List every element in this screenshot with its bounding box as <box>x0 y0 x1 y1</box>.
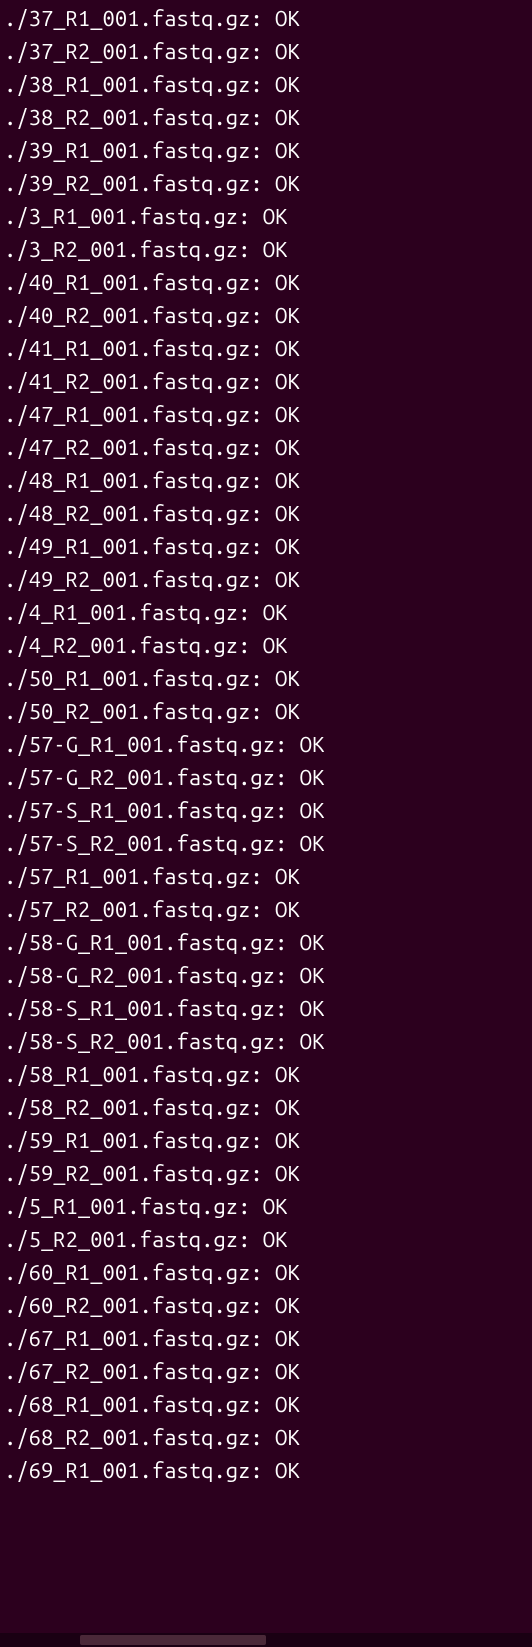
output-line: ./57-G_R1_001.fastq.gz: OK <box>4 728 528 761</box>
scrollbar-thumb[interactable] <box>80 1635 266 1645</box>
output-line: ./47_R2_001.fastq.gz: OK <box>4 431 528 464</box>
output-line: ./39_R2_001.fastq.gz: OK <box>4 167 528 200</box>
output-line: ./4_R1_001.fastq.gz: OK <box>4 596 528 629</box>
output-line: ./40_R2_001.fastq.gz: OK <box>4 299 528 332</box>
output-line: ./48_R1_001.fastq.gz: OK <box>4 464 528 497</box>
output-line: ./67_R2_001.fastq.gz: OK <box>4 1355 528 1388</box>
output-line: ./58-S_R2_001.fastq.gz: OK <box>4 1025 528 1058</box>
output-line: ./60_R2_001.fastq.gz: OK <box>4 1289 528 1322</box>
output-line: ./41_R2_001.fastq.gz: OK <box>4 365 528 398</box>
output-line: ./60_R1_001.fastq.gz: OK <box>4 1256 528 1289</box>
output-line: ./58-G_R2_001.fastq.gz: OK <box>4 959 528 992</box>
output-line: ./38_R2_001.fastq.gz: OK <box>4 101 528 134</box>
output-line: ./39_R1_001.fastq.gz: OK <box>4 134 528 167</box>
output-line: ./69_R1_001.fastq.gz: OK <box>4 1454 528 1487</box>
output-line: ./57-S_R2_001.fastq.gz: OK <box>4 827 528 860</box>
output-line: ./41_R1_001.fastq.gz: OK <box>4 332 528 365</box>
output-line: ./58-S_R1_001.fastq.gz: OK <box>4 992 528 1025</box>
output-line: ./5_R1_001.fastq.gz: OK <box>4 1190 528 1223</box>
output-line: ./5_R2_001.fastq.gz: OK <box>4 1223 528 1256</box>
output-line: ./4_R2_001.fastq.gz: OK <box>4 629 528 662</box>
output-line: ./67_R1_001.fastq.gz: OK <box>4 1322 528 1355</box>
output-line: ./3_R2_001.fastq.gz: OK <box>4 233 528 266</box>
output-line: ./58-G_R1_001.fastq.gz: OK <box>4 926 528 959</box>
output-line: ./48_R2_001.fastq.gz: OK <box>4 497 528 530</box>
output-line: ./57_R2_001.fastq.gz: OK <box>4 893 528 926</box>
output-line: ./47_R1_001.fastq.gz: OK <box>4 398 528 431</box>
output-line: ./38_R1_001.fastq.gz: OK <box>4 68 528 101</box>
output-line: ./68_R2_001.fastq.gz: OK <box>4 1421 528 1454</box>
output-line: ./58_R2_001.fastq.gz: OK <box>4 1091 528 1124</box>
output-line: ./3_R1_001.fastq.gz: OK <box>4 200 528 233</box>
output-line: ./59_R2_001.fastq.gz: OK <box>4 1157 528 1190</box>
output-line: ./40_R1_001.fastq.gz: OK <box>4 266 528 299</box>
output-line: ./50_R2_001.fastq.gz: OK <box>4 695 528 728</box>
scrollbar-track[interactable] <box>0 1635 532 1645</box>
output-line: ./59_R1_001.fastq.gz: OK <box>4 1124 528 1157</box>
output-line: ./50_R1_001.fastq.gz: OK <box>4 662 528 695</box>
output-line: ./68_R1_001.fastq.gz: OK <box>4 1388 528 1421</box>
terminal-output: ./37_R1_001.fastq.gz: OK./37_R2_001.fast… <box>4 2 528 1487</box>
output-line: ./37_R2_001.fastq.gz: OK <box>4 35 528 68</box>
horizontal-scrollbar[interactable] <box>0 1633 532 1647</box>
output-line: ./57_R1_001.fastq.gz: OK <box>4 860 528 893</box>
output-line: ./49_R1_001.fastq.gz: OK <box>4 530 528 563</box>
output-line: ./49_R2_001.fastq.gz: OK <box>4 563 528 596</box>
output-line: ./57-S_R1_001.fastq.gz: OK <box>4 794 528 827</box>
output-line: ./37_R1_001.fastq.gz: OK <box>4 2 528 35</box>
output-line: ./57-G_R2_001.fastq.gz: OK <box>4 761 528 794</box>
output-line: ./58_R1_001.fastq.gz: OK <box>4 1058 528 1091</box>
